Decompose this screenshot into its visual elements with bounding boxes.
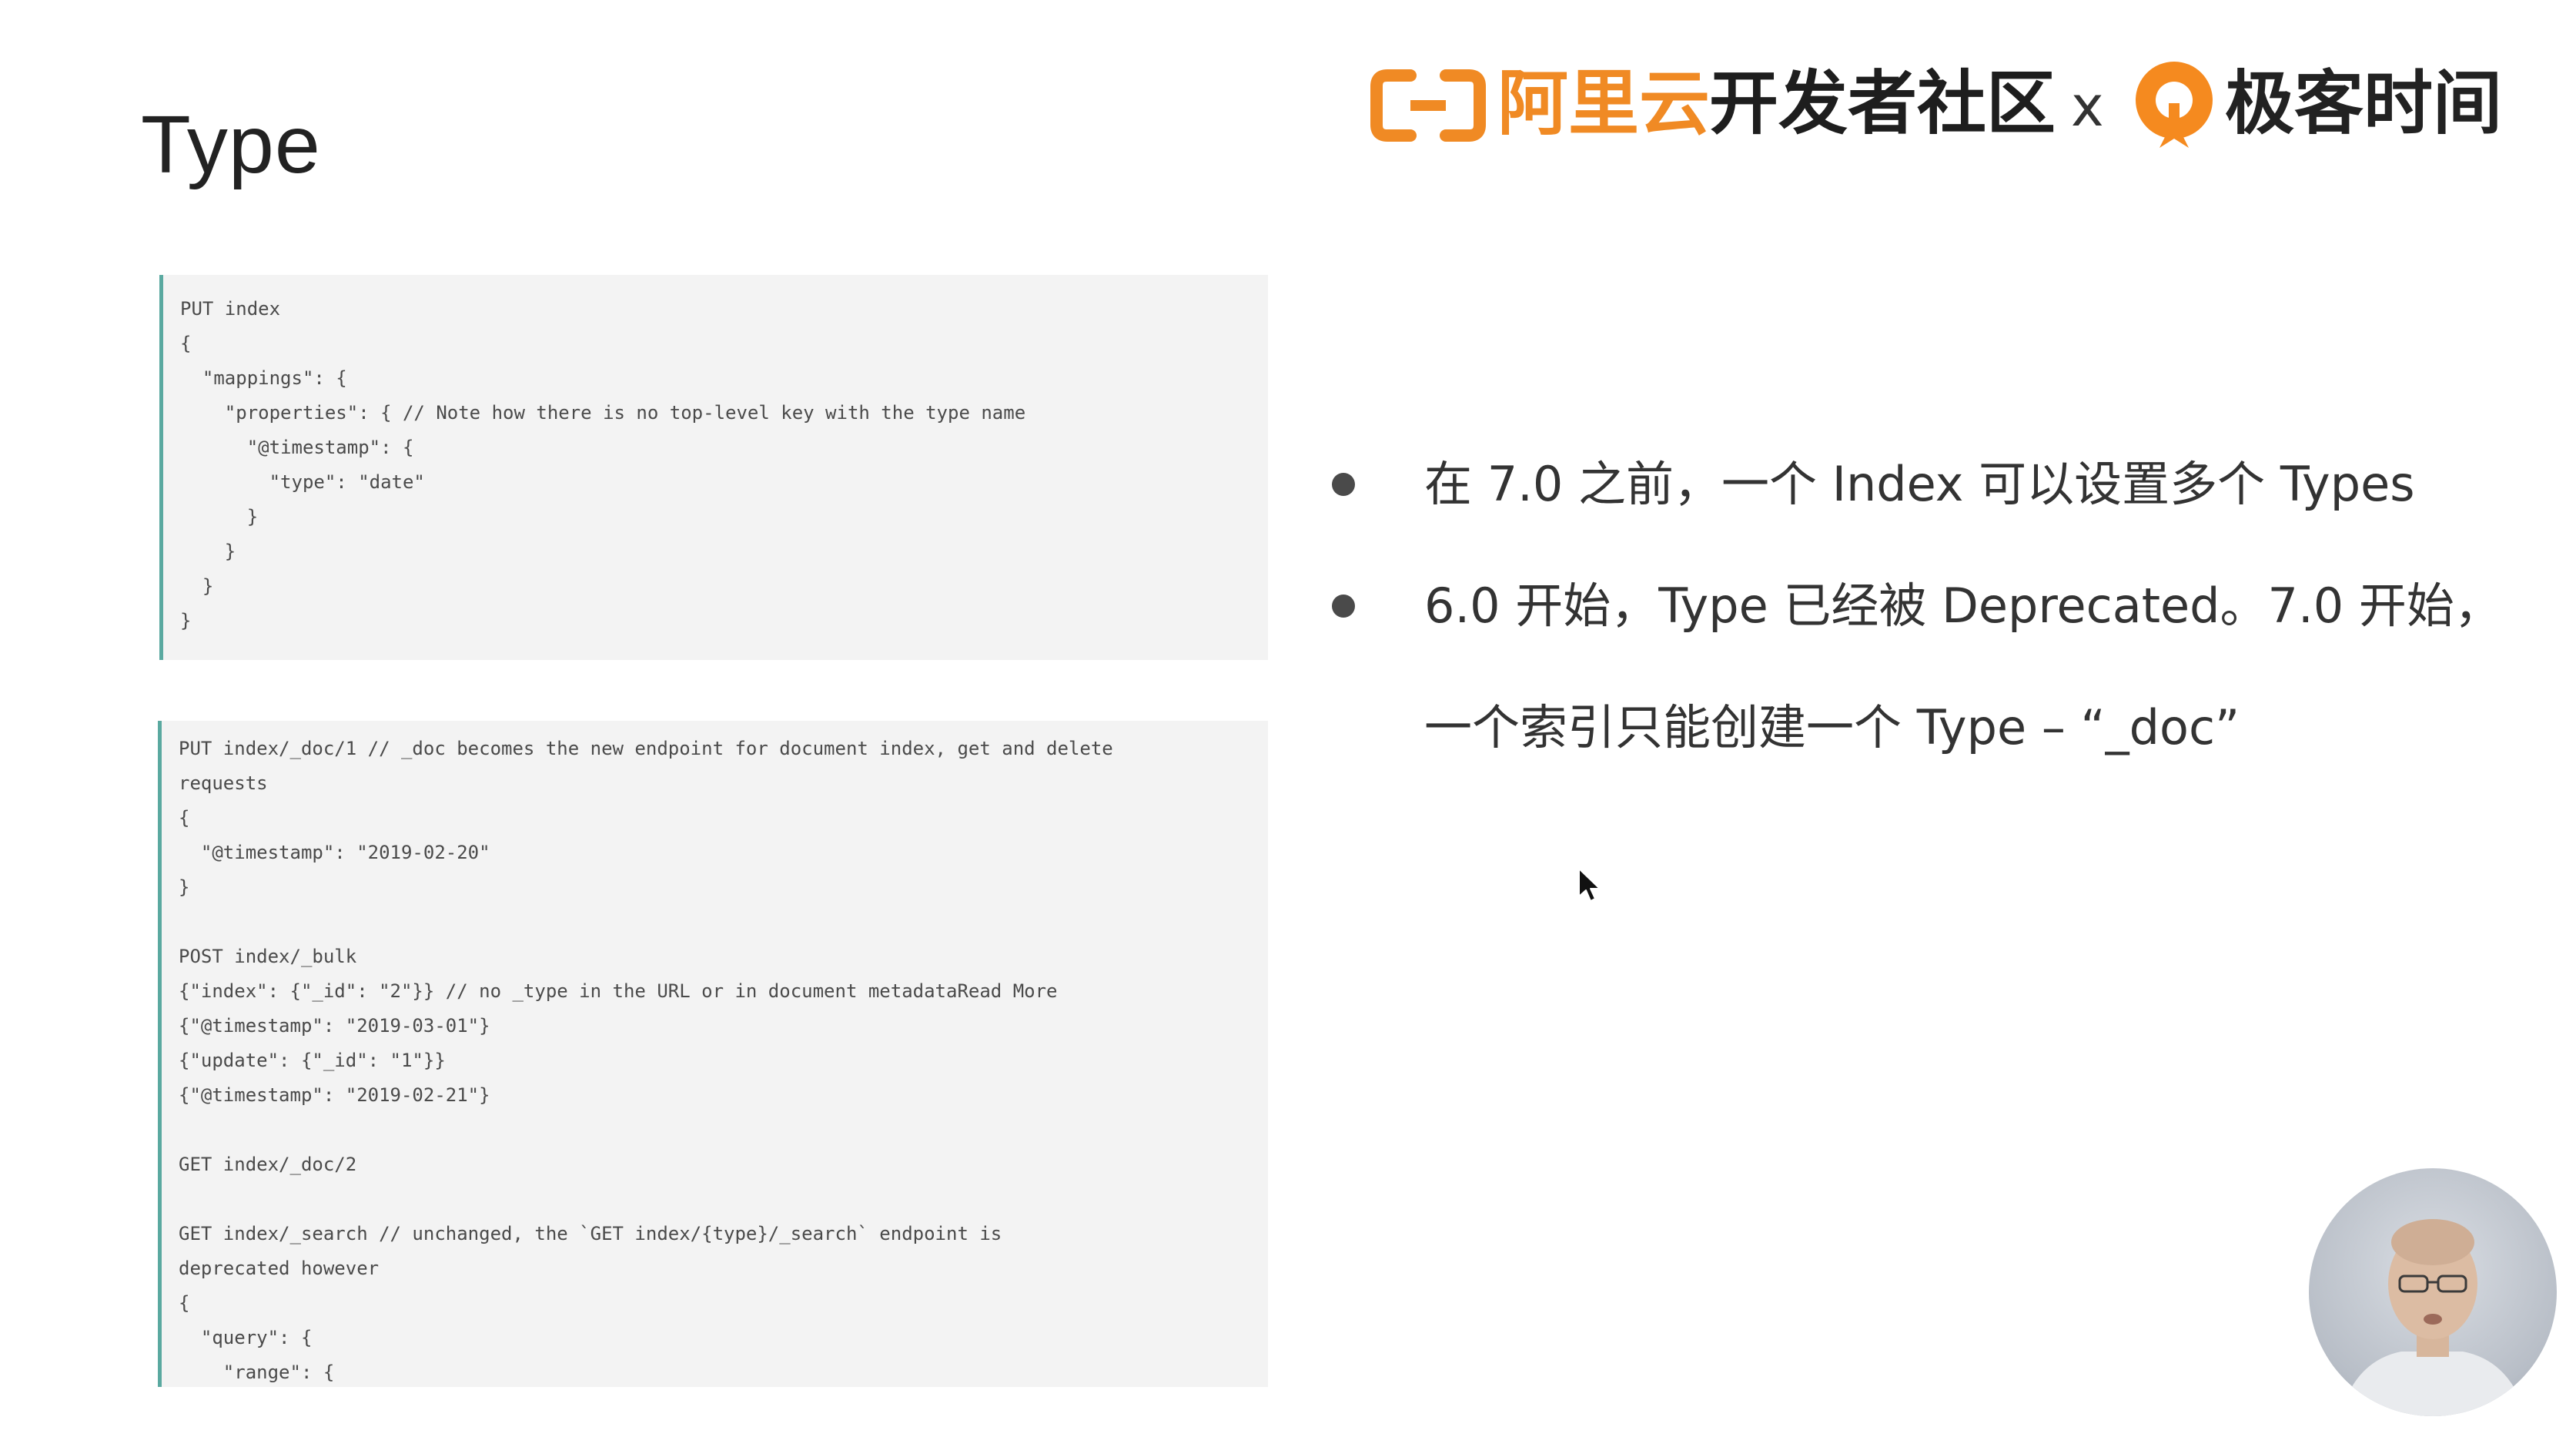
bullet-text: 6.0 开始，Type 已经被 Deprecated。7.0 开始，: [1424, 578, 2502, 634]
code-line: deprecated however: [179, 1258, 380, 1279]
geektime-icon: [2136, 62, 2213, 148]
code-line: GET index/_search // unchanged, the `GET…: [179, 1223, 1002, 1244]
code-line: "query": {: [179, 1327, 313, 1348]
aliyun-bracket-icon: [1370, 69, 1486, 142]
code-block-mapping: PUT index { "mappings": { "properties": …: [159, 275, 1268, 660]
slide-title: Type: [141, 99, 321, 190]
code-line: "@timestamp": "2019-02-20": [179, 842, 490, 863]
code-line: PUT index/_doc/1 // _doc becomes the new…: [179, 738, 1113, 759]
developer-community-label: 开发者社区: [1709, 63, 2056, 144]
bullet-item: 在 7.0 之前，一个 Index 可以设置多个 Types: [1332, 424, 2533, 545]
brand-separator: x: [2071, 74, 2104, 139]
code-line: "type": "date": [180, 471, 425, 493]
bullet-dot-icon: [1332, 595, 1355, 618]
code-line: }: [180, 506, 259, 528]
code-line: }: [179, 876, 190, 898]
code-line: }: [180, 575, 214, 597]
code-line: requests: [179, 772, 268, 794]
code-line: {"@timestamp": "2019-03-01"}: [179, 1015, 490, 1037]
code-line: POST index/_bulk: [179, 946, 357, 967]
bullet-item: 6.0 开始，Type 已经被 Deprecated。7.0 开始， 一个索引只…: [1332, 545, 2533, 789]
code-block-requests: PUT index/_doc/1 // _doc becomes the new…: [158, 721, 1268, 1387]
bullet-list: 在 7.0 之前，一个 Index 可以设置多个 Types 6.0 开始，Ty…: [1332, 424, 2533, 789]
code-line: {: [180, 333, 192, 354]
aliyun-brand-name: 阿里云: [1497, 62, 1711, 145]
code-line: {"index": {"_id": "2"}} // no _type in t…: [179, 980, 1058, 1002]
code-line: GET index/_doc/2: [179, 1154, 357, 1175]
code-line: {"@timestamp": "2019-02-21"}: [179, 1084, 490, 1106]
bullet-dot-icon: [1332, 473, 1355, 496]
code-line: "@timestamp": {: [180, 437, 414, 458]
bullet-text-continuation: 一个索引只能创建一个 Type – “_doc”: [1424, 699, 2240, 755]
presenter-silhouette-icon: [2340, 1219, 2526, 1416]
code-line: PUT index: [180, 298, 281, 320]
brand-header: 阿里云 开发者社区 x 极客时间: [1370, 54, 2525, 154]
code-line: }: [180, 610, 192, 631]
code-line: {: [179, 1292, 190, 1314]
presenter-webcam: [2309, 1168, 2557, 1416]
code-line: "properties": { // Note how there is no …: [180, 402, 1026, 424]
mouse-pointer-icon: [1578, 868, 1601, 902]
code-line: "mappings": {: [180, 367, 347, 389]
code-line: {"update": {"_id": "1"}}: [179, 1050, 446, 1071]
bullet-text: 在 7.0 之前，一个 Index 可以设置多个 Types: [1424, 456, 2415, 512]
geektime-brand-name: 极客时间: [2225, 63, 2502, 144]
code-line: }: [180, 541, 236, 562]
code-line: "range": {: [179, 1362, 335, 1383]
code-line: {: [179, 807, 190, 829]
